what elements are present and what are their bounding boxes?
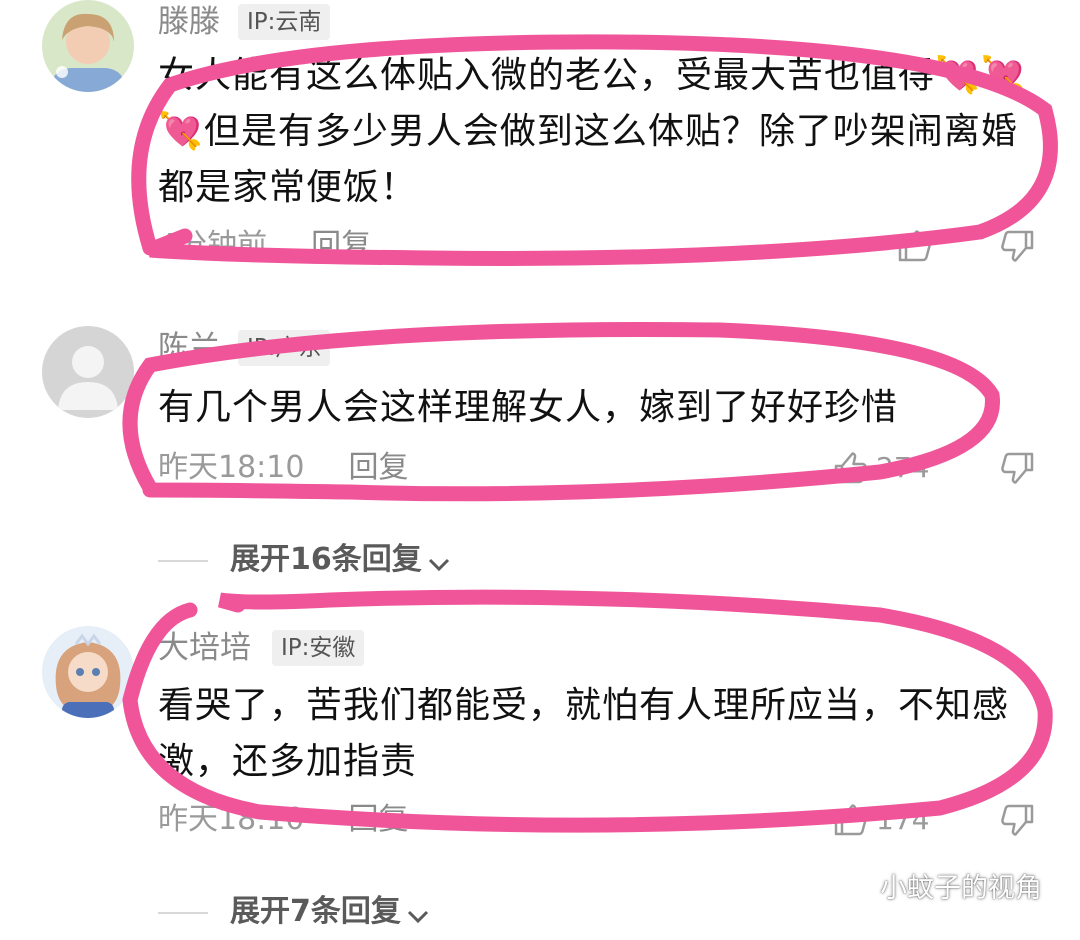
- expand-replies-label: 展开7条回复: [230, 894, 401, 929]
- wechat-icon: [838, 875, 874, 905]
- thumb-down-icon[interactable]: [998, 448, 1038, 488]
- divider: [158, 559, 208, 562]
- username[interactable]: 陈兰: [158, 328, 220, 368]
- comment-text: 女人能有这么体贴入微的老公，受最大苦也值得💘💘💘但是有多少男人会做到这么体贴？除…: [158, 55, 1027, 208]
- expand-replies-button[interactable]: 展开16条回复: [158, 540, 452, 580]
- comment-time: 昨天18:10: [158, 802, 305, 837]
- like-count: 274: [876, 451, 930, 484]
- watermark: 小蚊子的视角: [838, 866, 1042, 905]
- divider: [158, 911, 208, 914]
- avatar[interactable]: [42, 326, 134, 418]
- comment-time: 4分钟前: [158, 228, 268, 263]
- avatar[interactable]: [42, 626, 134, 718]
- username[interactable]: 大培培: [158, 628, 251, 668]
- thumb-down-icon[interactable]: [998, 226, 1038, 266]
- comment-meta: 昨天18:10 回复: [158, 800, 408, 840]
- comment-time: 昨天18:10: [158, 450, 305, 485]
- chevron-down-icon: [405, 900, 431, 926]
- avatar[interactable]: [42, 0, 134, 92]
- reply-button[interactable]: 回复: [311, 228, 371, 263]
- thumb-up-icon[interactable]: [830, 800, 870, 840]
- username[interactable]: 滕滕: [158, 2, 220, 42]
- reply-button[interactable]: 回复: [348, 802, 408, 837]
- ip-location-badge: IP:云南: [238, 4, 331, 40]
- comment-text: 有几个男人会这样理解女人，嫁到了好好珍惜: [158, 387, 899, 428]
- comment-text: 看哭了，苦我们都能受，就怕有人理所应当，不知感激，还多加指责: [158, 685, 1010, 782]
- thumb-up-icon[interactable]: [830, 448, 870, 488]
- like-count: 174: [876, 803, 930, 836]
- comment-meta: 4分钟前 回复: [158, 226, 371, 266]
- ip-location-badge: IP:广东: [238, 330, 331, 366]
- ip-location-badge: IP:安徽: [272, 630, 365, 666]
- thumb-up-icon[interactable]: [894, 226, 934, 266]
- expand-replies-button[interactable]: 展开7条回复: [158, 892, 431, 932]
- thumb-down-icon[interactable]: [998, 800, 1038, 840]
- chevron-down-icon: [426, 548, 452, 574]
- reply-button[interactable]: 回复: [348, 450, 408, 485]
- comment-meta: 昨天18:10 回复: [158, 448, 408, 488]
- watermark-text: 小蚊子的视角: [880, 873, 1042, 904]
- expand-replies-label: 展开16条回复: [230, 542, 422, 577]
